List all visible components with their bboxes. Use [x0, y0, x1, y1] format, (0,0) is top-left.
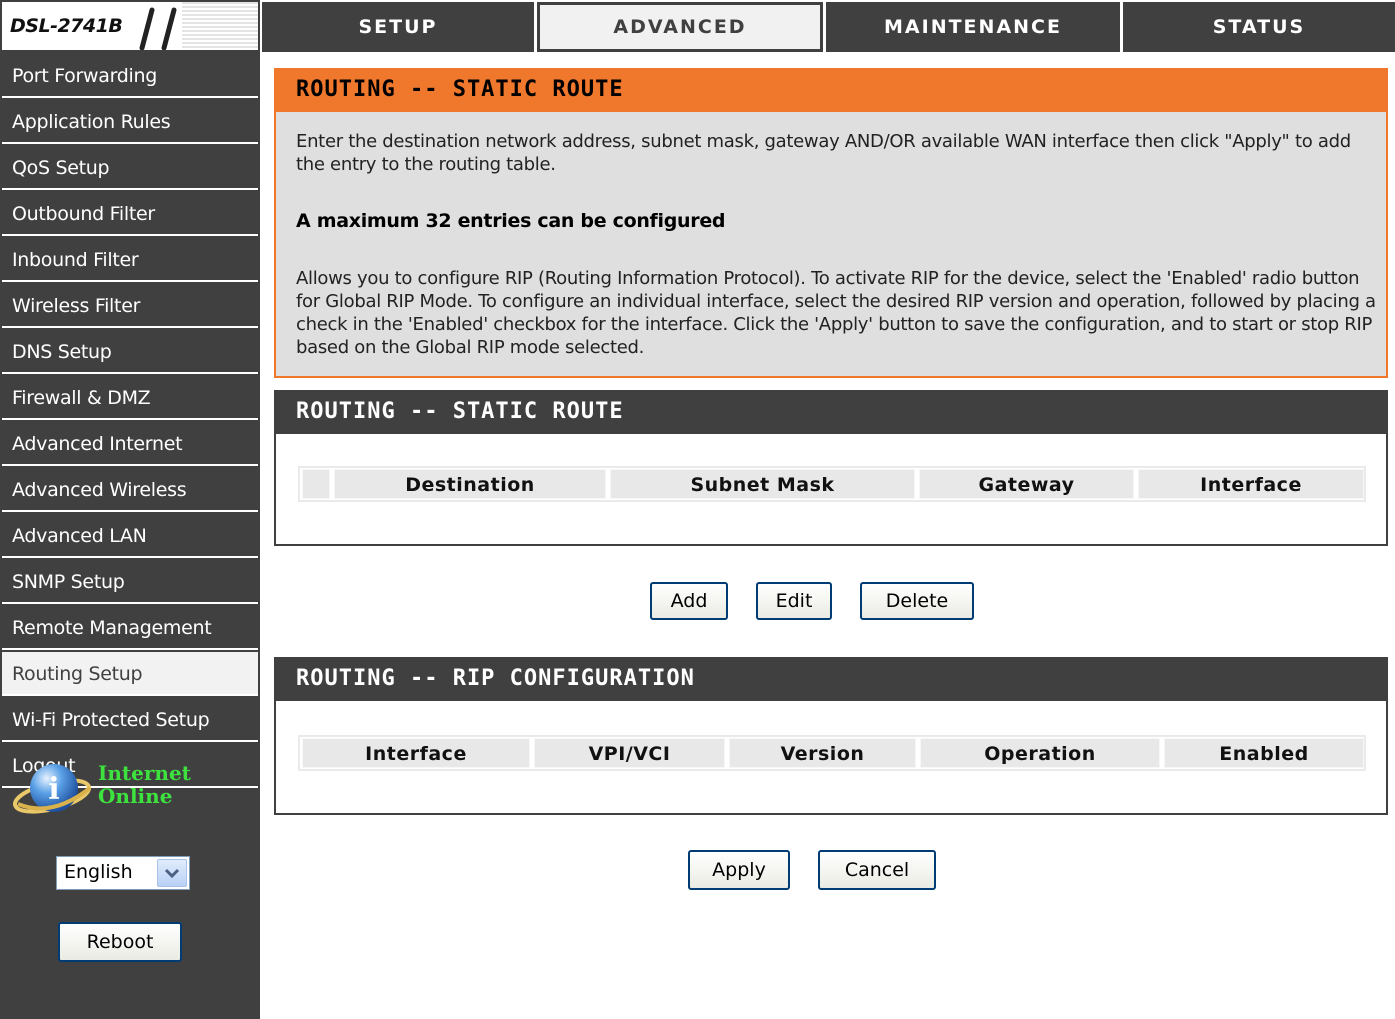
add-button[interactable]: Add [650, 582, 728, 620]
logo-slashes-icon [139, 7, 177, 50]
column-header-interface: Interface [1138, 469, 1364, 499]
column-header-interface: Interface [302, 738, 530, 768]
status-line-online: Online [98, 784, 173, 808]
sidebar-item-wifi-protected-setup[interactable]: Wi-Fi Protected Setup [2, 698, 258, 742]
cancel-button[interactable]: Cancel [818, 850, 936, 890]
tab-status[interactable]: STATUS [1123, 2, 1395, 52]
static-route-panel: ROUTING -- STATIC ROUTE Destination Subn… [274, 390, 1388, 546]
tab-maintenance[interactable]: MAINTENANCE [826, 2, 1120, 52]
info-text-max-entries: A maximum 32 entries can be configured [296, 210, 726, 232]
logo-stripes [182, 2, 258, 50]
chevron-down-icon[interactable] [157, 859, 187, 887]
apply-button[interactable]: Apply [688, 850, 790, 890]
rip-panel: ROUTING -- RIP CONFIGURATION Interface V… [274, 657, 1388, 815]
tab-setup[interactable]: SETUP [262, 2, 534, 52]
info-panel-title: ROUTING -- STATIC ROUTE [274, 68, 1388, 112]
language-select[interactable]: English [56, 856, 190, 890]
sidebar-item-remote-management[interactable]: Remote Management [2, 606, 258, 650]
static-route-title: ROUTING -- STATIC ROUTE [274, 390, 1388, 434]
svg-text:i: i [48, 772, 59, 807]
delete-button[interactable]: Delete [860, 582, 974, 620]
column-header-enabled: Enabled [1164, 738, 1364, 768]
column-header-destination: Destination [334, 469, 606, 499]
sidebar-item-advanced-wireless[interactable]: Advanced Wireless [2, 468, 258, 512]
internet-status: i Internet Online [12, 758, 252, 828]
model-name: DSL-2741B [10, 15, 123, 37]
sidebar-item-port-forwarding[interactable]: Port Forwarding [2, 54, 258, 98]
info-text-rip: Allows you to configure RIP (Routing Inf… [296, 268, 1376, 358]
rip-table: Interface VPI/VCI Version Operation Enab… [298, 735, 1366, 771]
sidebar-item-firewall-dmz[interactable]: Firewall & DMZ [2, 376, 258, 420]
status-text: Internet Online [98, 762, 191, 808]
tab-advanced[interactable]: ADVANCED [537, 2, 823, 52]
column-header-subnet-mask: Subnet Mask [610, 469, 915, 499]
sidebar-item-dns-setup[interactable]: DNS Setup [2, 330, 258, 374]
info-text-intro: Enter the destination network address, s… [296, 131, 1351, 175]
column-header-select [302, 469, 330, 499]
sidebar-item-wireless-filter[interactable]: Wireless Filter [2, 284, 258, 328]
sidebar-item-advanced-internet[interactable]: Advanced Internet [2, 422, 258, 466]
column-header-gateway: Gateway [919, 469, 1134, 499]
brand-logo: DSL-2741B [0, 0, 260, 52]
column-header-operation: Operation [920, 738, 1160, 768]
reboot-button[interactable]: Reboot [58, 922, 182, 962]
status-line-internet: Internet [98, 761, 191, 785]
info-globe-icon: i [12, 764, 92, 814]
sidebar-item-inbound-filter[interactable]: Inbound Filter [2, 238, 258, 282]
sidebar-item-application-rules[interactable]: Application Rules [2, 100, 258, 144]
sidebar-item-advanced-lan[interactable]: Advanced LAN [2, 514, 258, 558]
static-route-table: Destination Subnet Mask Gateway Interfac… [298, 466, 1366, 502]
info-panel: ROUTING -- STATIC ROUTE Enter the destin… [274, 68, 1388, 378]
sidebar-item-routing-setup[interactable]: Routing Setup [2, 652, 258, 696]
sidebar-item-outbound-filter[interactable]: Outbound Filter [2, 192, 258, 236]
column-header-vpi-vci: VPI/VCI [534, 738, 725, 768]
language-value: English [64, 861, 133, 883]
sidebar-item-snmp-setup[interactable]: SNMP Setup [2, 560, 258, 604]
edit-button[interactable]: Edit [756, 582, 832, 620]
column-header-version: Version [729, 738, 916, 768]
sidebar-item-qos-setup[interactable]: QoS Setup [2, 146, 258, 190]
rip-title: ROUTING -- RIP CONFIGURATION [274, 657, 1388, 701]
